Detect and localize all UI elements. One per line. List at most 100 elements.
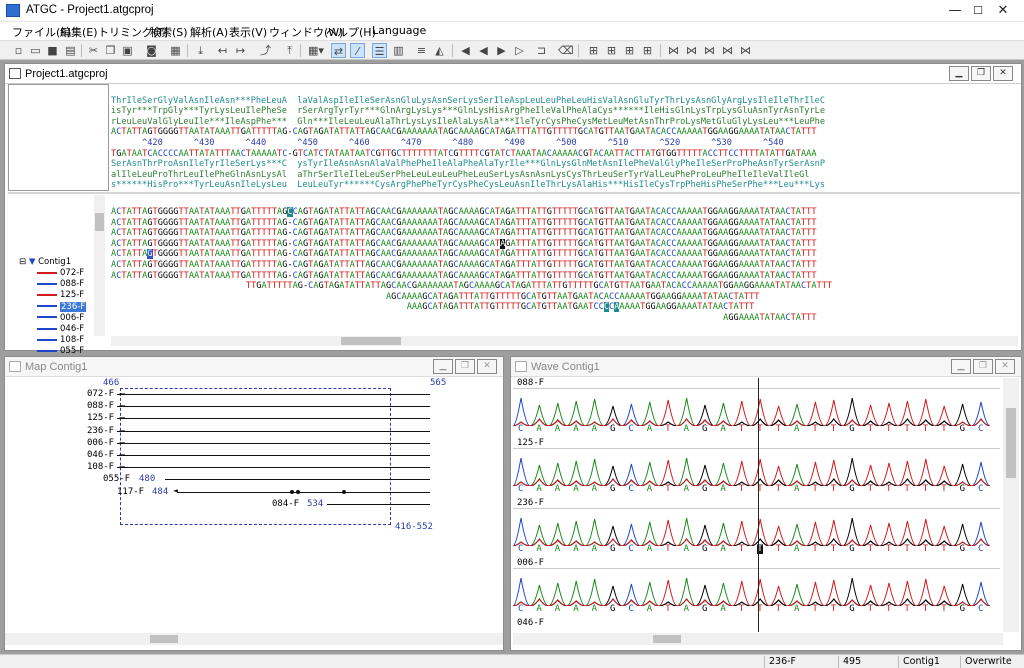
map-close-button[interactable]: ✕	[477, 359, 497, 374]
tree-scroll-thumb[interactable]	[95, 213, 104, 231]
translate-icon[interactable]: ⁄	[350, 43, 365, 58]
tool-h-icon[interactable]: ⋈	[720, 43, 735, 58]
map-read-bar[interactable]	[117, 455, 430, 456]
tree-read-item[interactable]: 046-F	[37, 324, 84, 335]
wave-window-titlebar[interactable]: Wave Contig1 ▁ ❐ ✕	[511, 357, 1021, 377]
back-alt-icon[interactable]: ◀	[476, 43, 491, 58]
chart-icon[interactable]: ◭	[432, 43, 447, 58]
alignment-pane[interactable]: ACTATTAGTGGGGTTAATATAAATTGATTTTTAGCCAGTA…	[111, 207, 1018, 332]
insert-icon[interactable]: ⤒	[282, 43, 297, 58]
trim-icon[interactable]: ⊐	[534, 43, 549, 58]
paste-icon[interactable]: ▣	[120, 43, 135, 58]
alignment-scroll-thumb[interactable]	[341, 337, 401, 345]
tool-a-icon[interactable]: ⊞	[586, 43, 601, 58]
alignment-row[interactable]: ACTATTAGTGGGGTTAATATAAATTGATTTTTAG-CAGTA…	[111, 271, 1018, 282]
alignment-row[interactable]: ACTATTAGTGGGGTTAATATAAATTGATTTTTAG-CAGTA…	[111, 228, 1018, 239]
project-minimize-button[interactable]: ▁	[949, 66, 969, 81]
map-read-bar[interactable]	[117, 418, 430, 420]
wave-restore-button[interactable]: ❐	[973, 359, 993, 374]
tree-read-item[interactable]: 125-F	[37, 290, 84, 301]
alignment-hscrollbar[interactable]	[111, 336, 1018, 346]
open-folder-icon[interactable]: ▭	[28, 43, 43, 58]
menu-language[interactable]: Language	[372, 24, 426, 37]
map-read-label[interactable]: 084-F	[272, 499, 299, 509]
map-minimize-button[interactable]: ▁	[433, 359, 453, 374]
map-read-bar[interactable]	[177, 491, 430, 493]
wave-hscroll-thumb[interactable]	[653, 635, 681, 643]
import-icon[interactable]: ⤓	[193, 43, 208, 58]
properties-icon[interactable]: ▦	[168, 43, 183, 58]
alignment-row[interactable]: TTGATTTTTAG-CAGTAGATATTATTAGCAACGAAAAAAA…	[111, 281, 1018, 292]
tool-b-icon[interactable]: ⊞	[604, 43, 619, 58]
alignment-row[interactable]: AAAGCATAGATTTATTGTTTTTGCATGTTAATGAATCCCC…	[111, 302, 1018, 313]
project-restore-button[interactable]: ❐	[971, 66, 991, 81]
alignment-row[interactable]: ACTATTAGTGGGGTTAATATAAATTGATTTTTAG-CAGTA…	[111, 218, 1018, 229]
undo-icon[interactable]: ↤	[215, 43, 230, 58]
wave-scroll-thumb[interactable]	[1006, 408, 1016, 478]
map-restore-button[interactable]: ❐	[455, 359, 475, 374]
tree-read-item[interactable]: 006-F	[37, 313, 84, 324]
align-view-icon[interactable]: ☰	[372, 43, 387, 58]
map-read-bar[interactable]	[165, 479, 430, 481]
delete-icon[interactable]: ⌫	[558, 43, 574, 58]
map-read-bar[interactable]	[327, 503, 430, 505]
assemble-icon[interactable]: ⤴	[258, 43, 273, 58]
tool-c-icon[interactable]: ⊞	[622, 43, 637, 58]
menu-help[interactable]: ヘルプ(H)	[326, 24, 376, 40]
tree-contig-node[interactable]: ⊟ ▼ Contig1	[19, 257, 71, 268]
copy-icon[interactable]: ❐	[103, 43, 118, 58]
tree-read-item[interactable]: 088-F	[37, 279, 84, 290]
map-read-bar[interactable]	[117, 406, 430, 408]
tool-f-icon[interactable]: ⋈	[684, 43, 699, 58]
map-hscrollbar[interactable]	[5, 633, 503, 645]
tree-read-item[interactable]: 072-F	[37, 268, 84, 279]
alignment-row[interactable]: AGGAAAATATAACTATTT	[111, 313, 1018, 324]
map-read-bar[interactable]	[117, 467, 430, 469]
swap-strand-icon[interactable]: ⇄	[331, 43, 346, 58]
tool-i-icon[interactable]: ⋈	[738, 43, 753, 58]
wave-close-button[interactable]: ✕	[995, 359, 1015, 374]
tree-scrollbar[interactable]	[94, 195, 105, 336]
tree-read-item[interactable]: 236-F	[37, 301, 87, 313]
menu-search[interactable]: 検索(S)	[150, 24, 188, 40]
alignment-row[interactable]: ACTATTAGTGGGGTTAATATAAATTGATTTTTAG-CAGTA…	[111, 249, 1018, 260]
camera-icon[interactable]: ◙	[144, 43, 159, 58]
tool-g-icon[interactable]: ⋈	[702, 43, 717, 58]
menu-analysis[interactable]: 解析(A)	[190, 24, 228, 40]
wave-minimize-button[interactable]: ▁	[951, 359, 971, 374]
save-icon[interactable]: ■	[45, 43, 60, 58]
map-window-titlebar[interactable]: Map Contig1 ▁ ❐ ✕	[5, 357, 503, 377]
back-icon[interactable]: ◀	[458, 43, 473, 58]
wave-vscrollbar[interactable]	[1003, 378, 1019, 632]
project-window-titlebar[interactable]: Project1.atgcproj ▁ ❐ ✕	[5, 64, 1021, 84]
alignment-row[interactable]: ACTATTAGTGGGGTTAATATAAATTGATTTTTAG-CAGTA…	[111, 260, 1018, 271]
project-close-button[interactable]: ✕	[993, 66, 1013, 81]
map-read-label[interactable]: 055-F	[103, 474, 130, 484]
forward-alt-icon[interactable]: ▷	[512, 43, 527, 58]
cut-icon[interactable]: ✂	[86, 43, 101, 58]
map-scroll-thumb[interactable]	[150, 635, 178, 643]
tool-d-icon[interactable]: ⊞	[640, 43, 655, 58]
color-menu-icon[interactable]: ▦▾	[306, 43, 326, 58]
filter-icon[interactable]: ≡	[414, 43, 429, 58]
alignment-row[interactable]: ACTATTAGTGGGGTTAATATAAATTGATTTTTAG-CAGTA…	[111, 238, 1018, 250]
map-read-bar[interactable]	[117, 442, 430, 444]
map-read-label[interactable]: 117-F	[117, 487, 144, 497]
print-icon[interactable]: ▤	[63, 43, 78, 58]
menu-edit[interactable]: 編集(E)	[60, 24, 98, 40]
alignment-row[interactable]: AGCAAAAGCATAGATTTATTGTTTTTGCATGTTAATGAAT…	[111, 292, 1018, 303]
pane-splitter[interactable]	[8, 192, 1020, 194]
alignment-row[interactable]: ACTATTAGTGGGGTTAATATAAATTGATTTTTAGCCAGTA…	[111, 207, 1018, 218]
wave-hscrollbar[interactable]	[513, 633, 1003, 645]
grid-view-icon[interactable]: ▥	[391, 43, 406, 58]
forward-icon[interactable]: ▶	[494, 43, 509, 58]
map-read-bar[interactable]	[117, 394, 430, 395]
redo-icon[interactable]: ↦	[233, 43, 248, 58]
map-read-bar[interactable]	[117, 430, 430, 432]
tree-read-item[interactable]: 108-F	[37, 335, 84, 346]
tool-e-icon[interactable]: ⋈	[666, 43, 681, 58]
menu-view[interactable]: 表示(V)	[229, 24, 267, 40]
chromatogram-pane[interactable]: 088-F C A A A A G C A T A G A T T T A T T G T T T T T G C 125-F C A A A…	[513, 378, 1000, 632]
close-button[interactable]: ✕	[980, 0, 1024, 22]
new-file-icon[interactable]: ▫	[11, 43, 26, 58]
